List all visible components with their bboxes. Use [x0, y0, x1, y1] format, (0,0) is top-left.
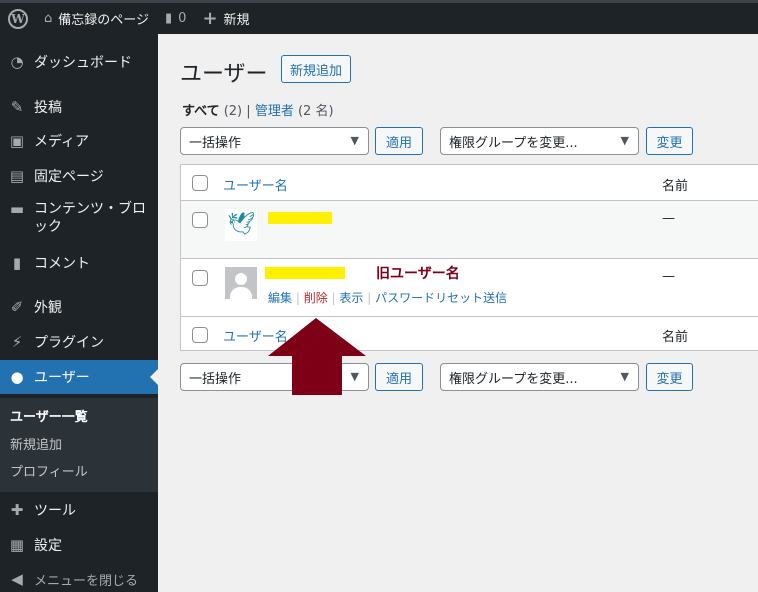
table-header: ユーザー名 名前 — [181, 165, 758, 201]
edit-link[interactable]: 編集 — [268, 291, 292, 305]
label: 外観 — [34, 300, 62, 316]
old-username-annotation: 旧ユーザー名 — [376, 266, 460, 282]
bird-avatar: 🕊 — [225, 209, 257, 241]
row-checkbox[interactable] — [192, 212, 208, 228]
sidebar-item-posts[interactable]: ✎ 投稿 — [0, 95, 158, 119]
sidebar-item-settings[interactable]: ▦ 設定 — [0, 533, 158, 557]
label: コメント — [34, 256, 90, 272]
row-actions: 編集 | 削除 | 表示 | パスワードリセット送信 — [268, 291, 508, 305]
label: 固定ページ — [34, 169, 104, 185]
apply-button-bottom[interactable]: 適用 — [375, 363, 423, 391]
media-icon: ▣ — [9, 132, 25, 150]
sidebar-item-users[interactable]: ● ユーザー — [0, 360, 158, 394]
pin-icon: ✎ — [10, 98, 24, 116]
admin-count: (2 名) — [297, 104, 334, 119]
role-change-select-top[interactable]: 権限グループを変更... ▼ — [440, 127, 639, 155]
bulk-action-select-top[interactable]: 一括操作 ▼ — [180, 127, 369, 155]
add-new-button[interactable]: 新規追加 — [281, 55, 351, 83]
sidebar-item-pages[interactable]: ▤ 固定ページ — [0, 164, 158, 188]
new-content-link[interactable]: + 新規 — [194, 3, 257, 34]
label: ユーザー — [34, 370, 90, 386]
name-column-header: 名前 — [662, 179, 689, 194]
comments-count: 0 — [178, 11, 187, 26]
table-row: 旧ユーザー名 編集 | 削除 | 表示 | パスワードリセット送信 — — [181, 259, 758, 317]
dashboard-icon: ◔ — [10, 53, 24, 71]
wordpress-icon: W — [8, 8, 28, 29]
up-arrow-annotation — [268, 318, 366, 395]
change-button-bottom[interactable]: 変更 — [646, 363, 693, 391]
redacted-username — [265, 267, 345, 279]
sidebar-item-media[interactable]: ▣ メディア — [0, 129, 158, 153]
page-title: ユーザー — [180, 62, 268, 87]
role-change-select-bottom[interactable]: 権限グループを変更... ▼ — [440, 363, 639, 391]
label: コンテンツ・ブロック — [34, 201, 146, 235]
label: 投稿 — [34, 100, 62, 116]
change-button-top[interactable]: 変更 — [646, 127, 693, 155]
password-reset-link[interactable]: パスワードリセット送信 — [375, 291, 507, 305]
bulk-action-value: 一括操作 — [189, 371, 242, 387]
username-column-header[interactable]: ユーザー名 — [223, 175, 288, 194]
role-change-value: 権限グループを変更... — [449, 135, 578, 151]
chevron-down-icon: ▼ — [620, 370, 629, 383]
main-content: ユーザー 新規追加 すべて (2) | 管理者 (2 名) 一括操作 ▼ 適用 権… — [158, 34, 758, 592]
table-row: 🕊 — — [181, 201, 758, 259]
filter-all[interactable]: すべて — [182, 104, 220, 119]
plus-icon: + — [202, 8, 218, 29]
delete-link[interactable]: 削除 — [304, 291, 328, 305]
wp-logo-menu[interactable]: W — [0, 3, 36, 34]
sidebar-item-dashboard[interactable]: ◔ ダッシュボード — [0, 50, 158, 74]
name-cell: — — [662, 269, 675, 284]
site-name: 備忘録のページ — [58, 13, 150, 28]
brush-icon: ✐ — [10, 298, 24, 316]
name-cell: — — [662, 211, 675, 226]
sidebar-item-tools[interactable]: ✚ ツール — [0, 498, 158, 522]
label: 設定 — [34, 538, 62, 554]
label: ダッシュボード — [34, 55, 132, 71]
sidebar-item-comments[interactable]: ▮ コメント — [0, 251, 158, 275]
settings-icon: ▦ — [9, 536, 25, 554]
select-all-checkbox-bottom[interactable] — [192, 327, 208, 343]
admin-sidebar: ◔ ダッシュボード ✎ 投稿 ▣ メディア ▤ 固定ページ ▬ コンテンツ・ブロック ▮ コ… — [0, 34, 158, 592]
admin-bar: W ⌂ 備忘録のページ ▮ 0 + 新規 — [0, 0, 758, 34]
submenu-all-users[interactable]: ユーザー一覧 — [10, 406, 88, 425]
sidebar-item-appearance[interactable]: ✐ 外観 — [0, 295, 158, 319]
comment-icon: ▮ — [165, 11, 173, 26]
filter-admin[interactable]: 管理者 — [255, 104, 294, 119]
user-icon: ● — [10, 368, 24, 386]
default-avatar — [225, 267, 257, 299]
row-checkbox[interactable] — [192, 270, 208, 286]
bulk-action-value: 一括操作 — [189, 135, 242, 151]
comment-icon: ▮ — [12, 254, 22, 272]
label: メディア — [34, 134, 90, 150]
submenu-add-new[interactable]: 新規追加 — [10, 434, 62, 453]
name-column-footer: 名前 — [662, 330, 689, 345]
site-name-link[interactable]: ⌂ 備忘録のページ — [36, 3, 157, 34]
plugin-icon: ⚡ — [11, 333, 23, 351]
users-submenu: ユーザー一覧 新規追加 プロフィール — [0, 398, 158, 492]
view-link[interactable]: 表示 — [339, 291, 363, 305]
page-icon: ▤ — [9, 167, 25, 185]
submenu-profile[interactable]: プロフィール — [10, 461, 88, 480]
block-icon: ▬ — [9, 200, 25, 218]
all-count: (2) — [223, 104, 243, 119]
collapse-icon: ◀ — [11, 570, 23, 588]
select-all-checkbox[interactable] — [192, 175, 208, 191]
user-role-filters: すべて (2) | 管理者 (2 名) — [182, 104, 334, 119]
new-label: 新規 — [223, 13, 250, 28]
chevron-down-icon: ▼ — [350, 134, 359, 147]
role-change-value: 権限グループを変更... — [449, 371, 578, 387]
redacted-username — [268, 212, 332, 224]
wrench-icon: ✚ — [10, 501, 24, 519]
label: メニューを閉じる — [34, 573, 139, 589]
chevron-down-icon: ▼ — [620, 134, 629, 147]
sidebar-item-blocks[interactable]: ▬ コンテンツ・ブロック — [0, 200, 158, 240]
sidebar-item-plugins[interactable]: ⚡ プラグイン — [0, 330, 158, 354]
label: プラグイン — [34, 335, 104, 351]
collapse-menu[interactable]: ◀ メニューを閉じる — [0, 567, 158, 591]
label: ツール — [34, 503, 76, 519]
home-icon: ⌂ — [44, 11, 53, 26]
comments-link[interactable]: ▮ 0 — [157, 3, 194, 34]
apply-button-top[interactable]: 適用 — [375, 127, 423, 155]
